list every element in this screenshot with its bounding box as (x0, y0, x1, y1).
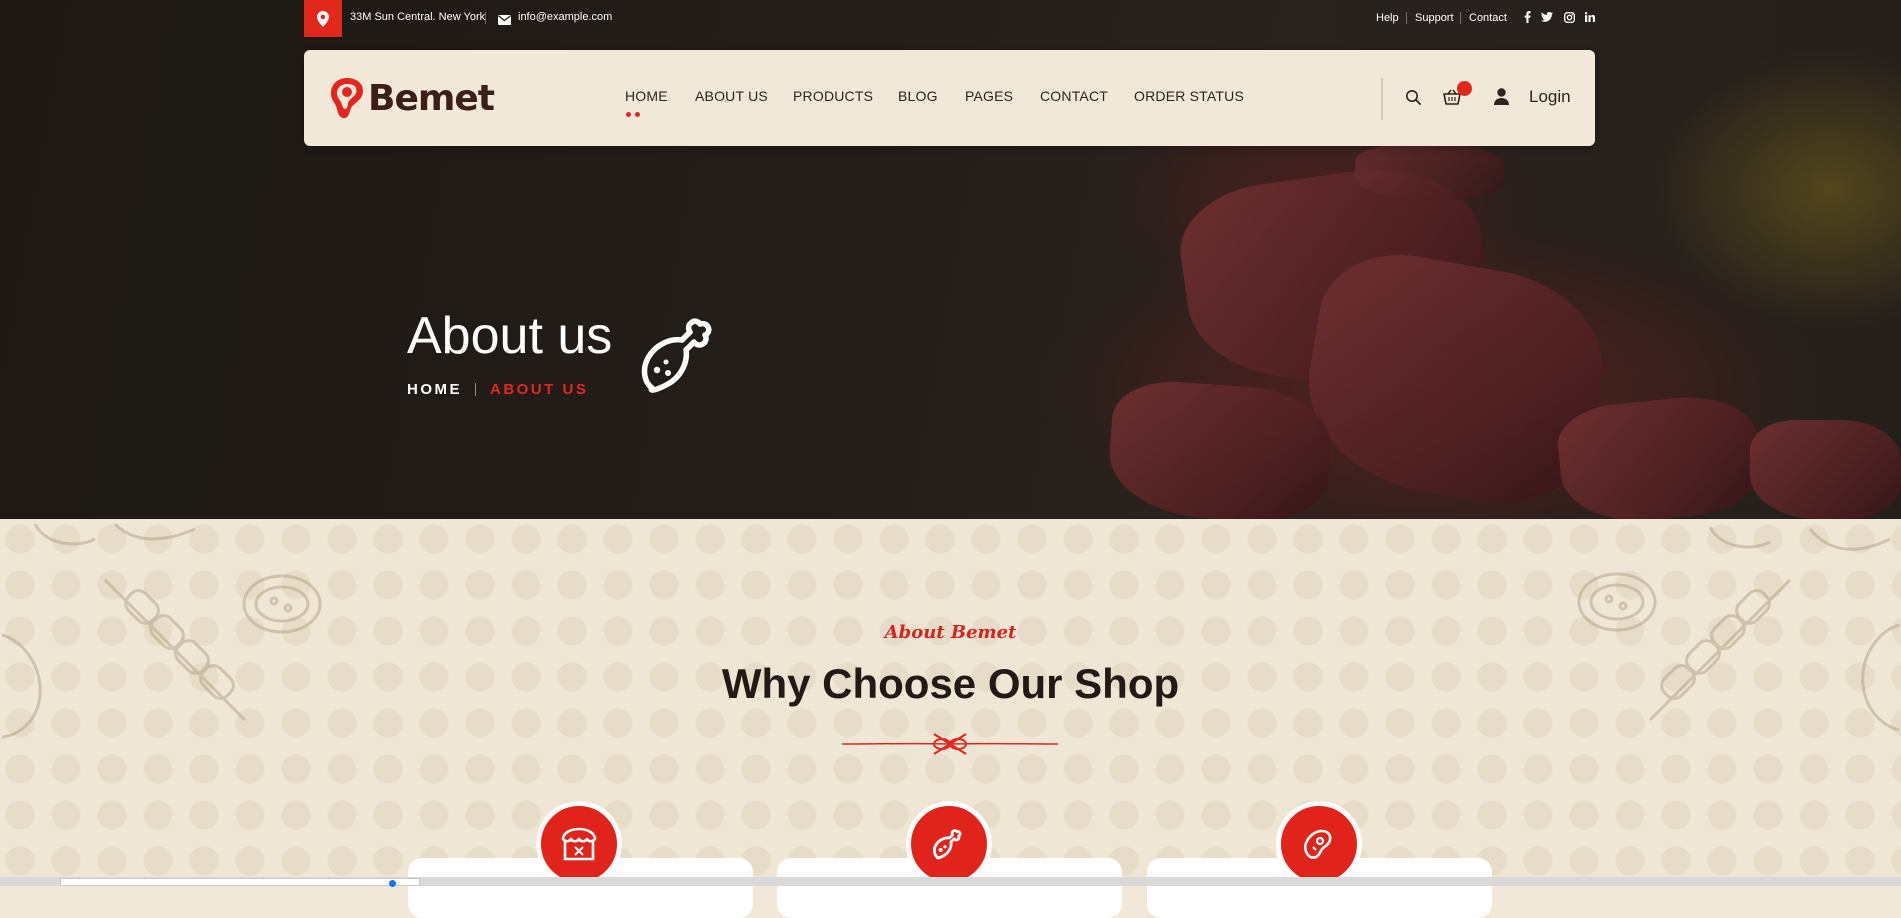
page-title: About us (407, 307, 613, 365)
login-link[interactable]: Login (1529, 87, 1571, 107)
nav-home[interactable]: HOME (625, 88, 668, 104)
breadcrumb-home[interactable]: HOME (407, 381, 462, 398)
embedded-widget (60, 878, 420, 886)
location-pin-icon (304, 0, 342, 37)
nav-pages[interactable]: PAGES (965, 88, 1013, 104)
sausage-sketch-icon (33, 522, 196, 546)
breadcrumb-separator (475, 383, 476, 396)
divider (1406, 12, 1407, 24)
nav-contact[interactable]: CONTACT (1040, 88, 1108, 104)
nav-about-us[interactable]: ABOUT US (695, 88, 768, 104)
breadcrumb-current: ABOUT US (490, 381, 589, 398)
search-icon[interactable] (1404, 88, 1422, 106)
contact-link[interactable]: Contact (1469, 12, 1507, 24)
email-link[interactable]: info@example.com (518, 11, 612, 23)
site-logo[interactable]: Bemet (328, 76, 495, 120)
shop-icon (536, 801, 622, 887)
divider (1460, 12, 1461, 24)
address-text: 33M Sun Central. New York (350, 11, 486, 23)
divider (1381, 78, 1383, 120)
envelope-icon (498, 12, 511, 30)
user-icon[interactable] (1492, 86, 1510, 106)
facebook-icon[interactable] (1520, 10, 1534, 24)
chicken-leg-icon (636, 310, 726, 405)
logo-icon (331, 78, 363, 119)
help-link[interactable]: Help (1376, 12, 1399, 24)
instagram-icon[interactable] (1562, 10, 1576, 24)
cart-badge (1457, 81, 1472, 96)
active-indicator (626, 112, 640, 117)
linkedin-icon[interactable] (1583, 10, 1597, 24)
main-navbar: Bemet HOME ABOUT US PRODUCTS BLOG PAGES … (304, 50, 1595, 146)
nav-blog[interactable]: BLOG (898, 88, 938, 104)
logo-text: Bemet (368, 77, 495, 119)
ribbon-divider-icon (842, 733, 1058, 755)
sausage-sketch-icon (1708, 526, 1891, 551)
section-title: Why Choose Our Shop (721, 660, 1180, 707)
steak-icon (1276, 801, 1362, 887)
support-link[interactable]: Support (1415, 12, 1454, 24)
divider (485, 12, 486, 24)
top-bar: 33M Sun Central. New York info@example.c… (0, 0, 1901, 37)
chicken-leg-icon (906, 801, 992, 887)
section-subtitle: About Bemet (884, 622, 1017, 643)
twitter-icon[interactable] (1540, 10, 1554, 24)
nav-products[interactable]: PRODUCTS (793, 88, 873, 104)
nav-order-status[interactable]: ORDER STATUS (1134, 88, 1244, 104)
